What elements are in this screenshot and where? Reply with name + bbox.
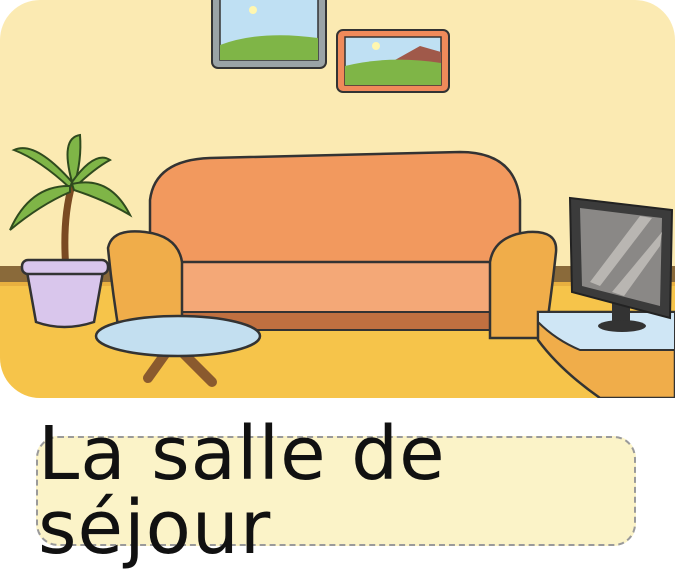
living-room-illustration — [0, 0, 675, 398]
sofa-icon — [106, 150, 558, 340]
picture-frame-icon — [211, 0, 327, 69]
caption-label: La salle de séjour — [38, 411, 446, 571]
caption-box: La salle de séjour — [36, 417, 636, 565]
picture-frame-icon — [336, 29, 450, 93]
